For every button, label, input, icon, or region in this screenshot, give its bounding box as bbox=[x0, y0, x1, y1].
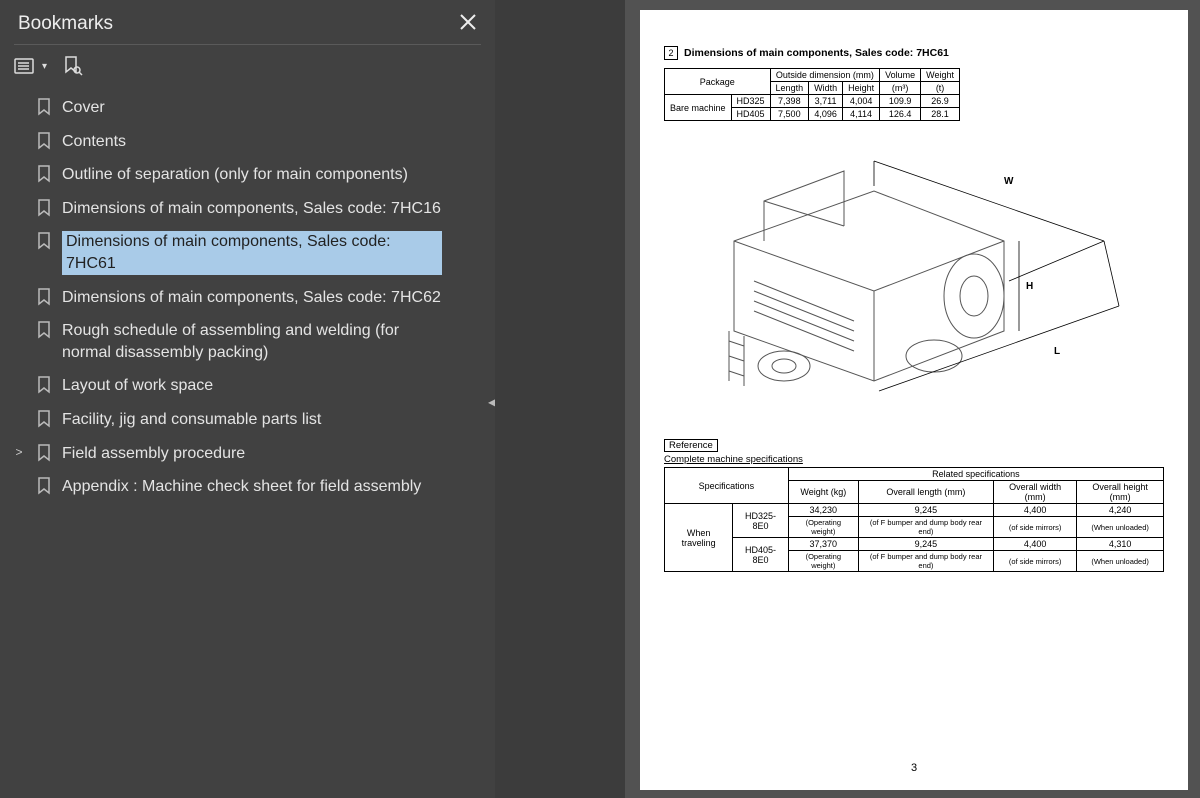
bookmark-item[interactable]: Layout of work space bbox=[0, 369, 495, 403]
bookmark-item[interactable]: Dimensions of main components, Sales cod… bbox=[0, 192, 495, 226]
pkg-dimhead: Outside dimension (mm) bbox=[770, 69, 880, 82]
bookmark-icon bbox=[36, 132, 52, 150]
dim-h: H bbox=[1026, 281, 1033, 292]
bookmark-icon bbox=[36, 321, 52, 339]
viewer-gutter bbox=[495, 0, 625, 798]
bookmarks-title: Bookmarks bbox=[18, 13, 113, 35]
bookmark-icon bbox=[36, 444, 52, 462]
machine-diagram: W H L bbox=[674, 131, 1154, 421]
pkg-rowhead: Package bbox=[665, 69, 771, 95]
bookmark-item[interactable]: Dimensions of main components, Sales cod… bbox=[0, 225, 495, 280]
bookmark-item[interactable]: Outline of separation (only for main com… bbox=[0, 158, 495, 192]
bookmark-label: Cover bbox=[62, 97, 105, 119]
bookmark-label: Rough schedule of assembling and welding… bbox=[62, 320, 442, 363]
bookmarks-panel: Bookmarks ▾ Cover Contents Outline of sepa… bbox=[0, 0, 495, 798]
bookmark-label: Appendix : Machine check sheet for field… bbox=[62, 476, 421, 498]
bookmark-item[interactable]: Facility, jig and consumable parts list bbox=[0, 403, 495, 437]
bookmark-tree: Cover Contents Outline of separation (only… bbox=[0, 87, 495, 504]
bookmark-icon bbox=[36, 98, 52, 116]
pdf-page: 2 Dimensions of main components, Sales c… bbox=[640, 10, 1188, 790]
bookmark-label: Field assembly procedure bbox=[62, 443, 245, 465]
pkg-volhead: Volume bbox=[880, 69, 921, 82]
bookmark-item[interactable]: Contents bbox=[0, 125, 495, 159]
dim-l: L bbox=[1054, 346, 1060, 357]
bookmark-label: Dimensions of main components, Sales cod… bbox=[62, 287, 441, 309]
package-table: Package Outside dimension (mm) Volume We… bbox=[664, 68, 960, 121]
reference-label: Reference bbox=[664, 439, 718, 452]
bookmark-icon bbox=[36, 376, 52, 394]
bookmark-item[interactable]: > Field assembly procedure bbox=[0, 437, 495, 471]
spec-table: Specifications Related specifications We… bbox=[664, 467, 1164, 572]
pkg-wthead: Weight bbox=[921, 69, 960, 82]
close-icon bbox=[459, 13, 477, 31]
pkg-side: Bare machine bbox=[665, 95, 732, 121]
bookmark-icon bbox=[36, 199, 52, 217]
bookmark-label: Layout of work space bbox=[62, 375, 213, 397]
bookmark-item[interactable]: Appendix : Machine check sheet for field… bbox=[0, 470, 495, 504]
bookmark-label: Facility, jig and consumable parts list bbox=[62, 409, 321, 431]
find-bookmark-button[interactable] bbox=[61, 55, 83, 77]
list-icon bbox=[14, 56, 40, 76]
section-number: 2 bbox=[664, 46, 678, 60]
reference-subtitle: Complete machine specifications bbox=[664, 454, 1164, 465]
bookmark-icon bbox=[36, 165, 52, 183]
dim-w: W bbox=[1004, 176, 1013, 187]
section-title: Dimensions of main components, Sales cod… bbox=[684, 47, 949, 59]
close-panel-button[interactable] bbox=[459, 12, 477, 36]
divider bbox=[14, 44, 481, 45]
bookmark-item[interactable]: Rough schedule of assembling and welding… bbox=[0, 314, 495, 369]
bookmark-icon bbox=[36, 232, 52, 250]
bookmark-label: Contents bbox=[62, 131, 126, 153]
chevron-down-icon: ▾ bbox=[42, 61, 47, 72]
bookmark-icon bbox=[36, 477, 52, 495]
bookmark-icon bbox=[36, 410, 52, 428]
bookmark-icon bbox=[36, 288, 52, 306]
bookmark-item[interactable]: Cover bbox=[0, 91, 495, 125]
page-number: 3 bbox=[640, 762, 1188, 774]
bookmark-options-button[interactable]: ▾ bbox=[14, 56, 47, 76]
bookmark-item[interactable]: Dimensions of main components, Sales cod… bbox=[0, 281, 495, 315]
bookmark-search-icon bbox=[61, 55, 83, 77]
bookmark-label: Dimensions of main components, Sales cod… bbox=[62, 198, 441, 220]
bookmark-label: Dimensions of main components, Sales cod… bbox=[62, 231, 442, 274]
expand-toggle[interactable]: > bbox=[12, 445, 26, 459]
bookmark-label: Outline of separation (only for main com… bbox=[62, 164, 408, 186]
